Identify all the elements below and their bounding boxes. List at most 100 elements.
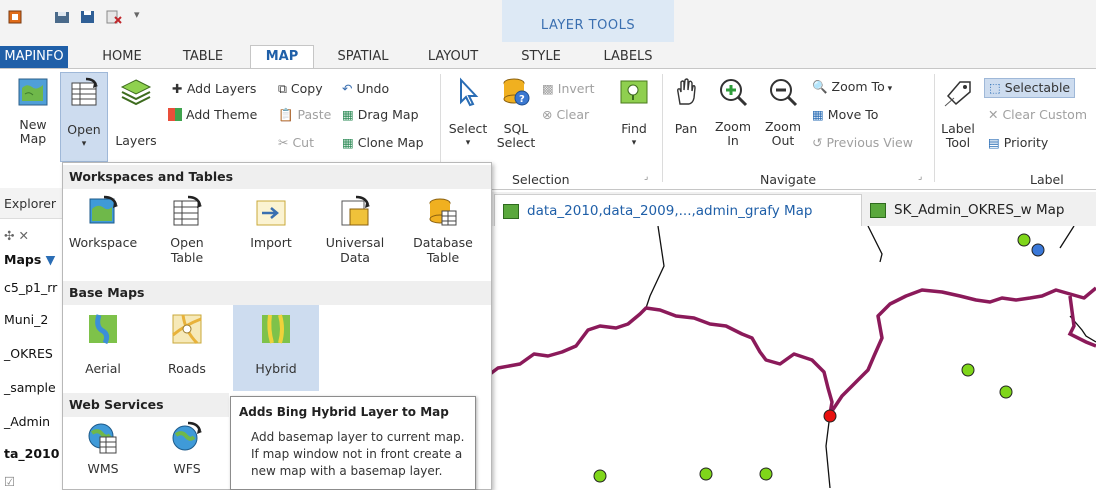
- open-chevron-down-icon: ▾: [81, 139, 87, 149]
- copy-button[interactable]: ⧉ Copy: [278, 80, 323, 98]
- select-button[interactable]: Select ▾: [446, 76, 490, 150]
- database-table-label-2: Table: [426, 250, 460, 265]
- app-icon[interactable]: [8, 10, 22, 24]
- explorer-maps-header[interactable]: Maps ▼: [4, 252, 55, 267]
- map-point[interactable]: [593, 469, 607, 483]
- move-to-button[interactable]: ▦ Move To: [812, 106, 878, 124]
- clone-map-icon: ▦: [342, 135, 358, 150]
- map-canvas[interactable]: [490, 226, 1096, 488]
- paste-button[interactable]: 📋 Paste: [278, 106, 331, 124]
- wms-button[interactable]: WMS: [63, 421, 143, 476]
- map-point[interactable]: [1031, 243, 1045, 257]
- pan-button[interactable]: Pan: [666, 76, 706, 136]
- tab-labels[interactable]: LABELS: [594, 46, 662, 68]
- explorer-list-item[interactable]: ta_2010: [4, 446, 59, 461]
- explorer-list-item[interactable]: _sample: [4, 380, 56, 395]
- layers-button[interactable]: Layers: [112, 76, 160, 148]
- clear-custom-button[interactable]: ✕ Clear Custom: [988, 106, 1087, 124]
- previous-view-label: Previous View: [826, 135, 913, 150]
- map-point[interactable]: [823, 409, 837, 423]
- explorer-list-item[interactable]: _Admin: [4, 414, 50, 429]
- label-tool-button[interactable]: Label Tool: [938, 76, 978, 150]
- tab-map[interactable]: MAP: [250, 45, 314, 68]
- clear-icon: ⊗: [542, 107, 557, 122]
- tooltip-body: Add basemap layer to current map. If map…: [251, 430, 465, 478]
- layers-icon: [120, 79, 152, 106]
- sql-select-label-1: SQL: [503, 121, 529, 136]
- universal-data-button[interactable]: Universal Data: [315, 195, 395, 265]
- explorer-maps-label: Maps: [4, 252, 42, 267]
- aerial-basemap-button[interactable]: Aerial: [63, 309, 143, 389]
- previous-view-button[interactable]: ↺ Previous View: [812, 134, 913, 152]
- invert-button[interactable]: ▩ Invert: [542, 80, 595, 98]
- zoom-out-button[interactable]: Zoom Out: [760, 76, 806, 148]
- explorer-pin-icon[interactable]: ✣ ✕: [4, 228, 29, 243]
- district-border: [1059, 226, 1075, 249]
- tab-mapinfo[interactable]: MAPINFO: [0, 46, 68, 68]
- wfs-button[interactable]: WFS: [147, 421, 227, 476]
- cut-button[interactable]: ✂ Cut: [278, 134, 314, 152]
- clone-map-button[interactable]: ▦ Clone Map: [342, 134, 424, 152]
- database-table-label-1: Database: [413, 235, 473, 250]
- save-icon[interactable]: [80, 10, 96, 24]
- map-window-icon: [870, 203, 886, 218]
- find-button[interactable]: Find ▾: [612, 76, 656, 150]
- import-button[interactable]: Import: [231, 195, 311, 250]
- open-table-button[interactable]: Open Table: [147, 195, 227, 265]
- drag-map-button[interactable]: ▦ Drag Map: [342, 106, 419, 124]
- map-point[interactable]: [961, 363, 975, 377]
- hybrid-basemap-button[interactable]: Hybrid: [233, 305, 319, 391]
- roads-basemap-button[interactable]: Roads: [147, 309, 227, 389]
- add-layers-label: Add Layers: [186, 81, 257, 96]
- navigate-launcher-icon[interactable]: ⌟: [918, 172, 922, 182]
- workspace-label: Workspace: [68, 235, 138, 250]
- sql-select-button[interactable]: ? SQL Select: [494, 76, 538, 150]
- selectable-label: Selectable: [1004, 80, 1071, 95]
- district-border: [645, 226, 665, 309]
- map-point[interactable]: [759, 467, 773, 481]
- map-tab-title: data_2010,data_2009,...,admin_grafy Map: [527, 203, 813, 219]
- zoom-in-button[interactable]: Zoom In: [710, 76, 756, 148]
- customize-toolbar-icon[interactable]: ▾: [134, 8, 140, 21]
- explorer-list-item[interactable]: Muni_2: [4, 312, 48, 327]
- map-point[interactable]: [699, 467, 713, 481]
- zoom-to-button[interactable]: 🔍 Zoom To ▾: [812, 78, 892, 96]
- cut-icon: ✂: [278, 135, 293, 150]
- priority-label: Priority: [1003, 135, 1049, 150]
- explorer-checkbox-icon[interactable]: ☑: [4, 474, 15, 488]
- tab-layout[interactable]: LAYOUT: [416, 46, 490, 68]
- map-svg[interactable]: [490, 226, 1096, 488]
- open-button[interactable]: Open ▾: [60, 72, 108, 162]
- explorer-list-item[interactable]: c5_p1_rr: [4, 280, 57, 295]
- map-point[interactable]: [999, 385, 1013, 399]
- add-theme-button[interactable]: Add Theme: [168, 106, 257, 124]
- clear-custom-label: Clear Custom: [1002, 107, 1088, 122]
- map-point[interactable]: [1017, 233, 1031, 247]
- priority-button[interactable]: ▤ Priority: [988, 134, 1048, 152]
- clear-button[interactable]: ⊗ Clear: [542, 106, 589, 124]
- tab-spatial[interactable]: SPATIAL: [328, 46, 398, 68]
- tab-home[interactable]: HOME: [92, 46, 152, 68]
- close-table-icon[interactable]: [106, 10, 122, 24]
- selectable-toggle[interactable]: ⬚ Selectable: [984, 78, 1076, 98]
- selection-launcher-icon[interactable]: ⌟: [644, 172, 648, 182]
- tab-table[interactable]: TABLE: [172, 46, 234, 68]
- roads-label: Roads: [168, 361, 206, 376]
- roads-icon: [172, 314, 202, 345]
- region-boundary: [1067, 295, 1096, 348]
- copy-label: Copy: [290, 81, 323, 96]
- workspace-button[interactable]: Workspace: [63, 195, 143, 250]
- new-map-button[interactable]: New Map: [10, 76, 56, 146]
- add-layers-button[interactable]: ✚ Add Layers: [172, 80, 256, 98]
- database-table-button[interactable]: Database Table: [403, 195, 483, 265]
- tab-style[interactable]: STYLE: [510, 46, 572, 68]
- save-workspace-icon[interactable]: [54, 10, 70, 24]
- wfs-label: WFS: [173, 461, 201, 476]
- explorer-list-item[interactable]: _OKRES: [4, 346, 53, 361]
- undo-button[interactable]: ↶ Undo: [342, 80, 389, 98]
- map-tab-data-2010[interactable]: data_2010,data_2009,...,admin_grafy Map: [494, 194, 862, 227]
- cut-label: Cut: [292, 135, 315, 150]
- navigate-group-label: Navigate: [760, 172, 817, 187]
- map-tab-sk-admin[interactable]: SK_Admin_OKRES_w Map: [862, 194, 1096, 226]
- zoom-out-icon: [770, 79, 798, 107]
